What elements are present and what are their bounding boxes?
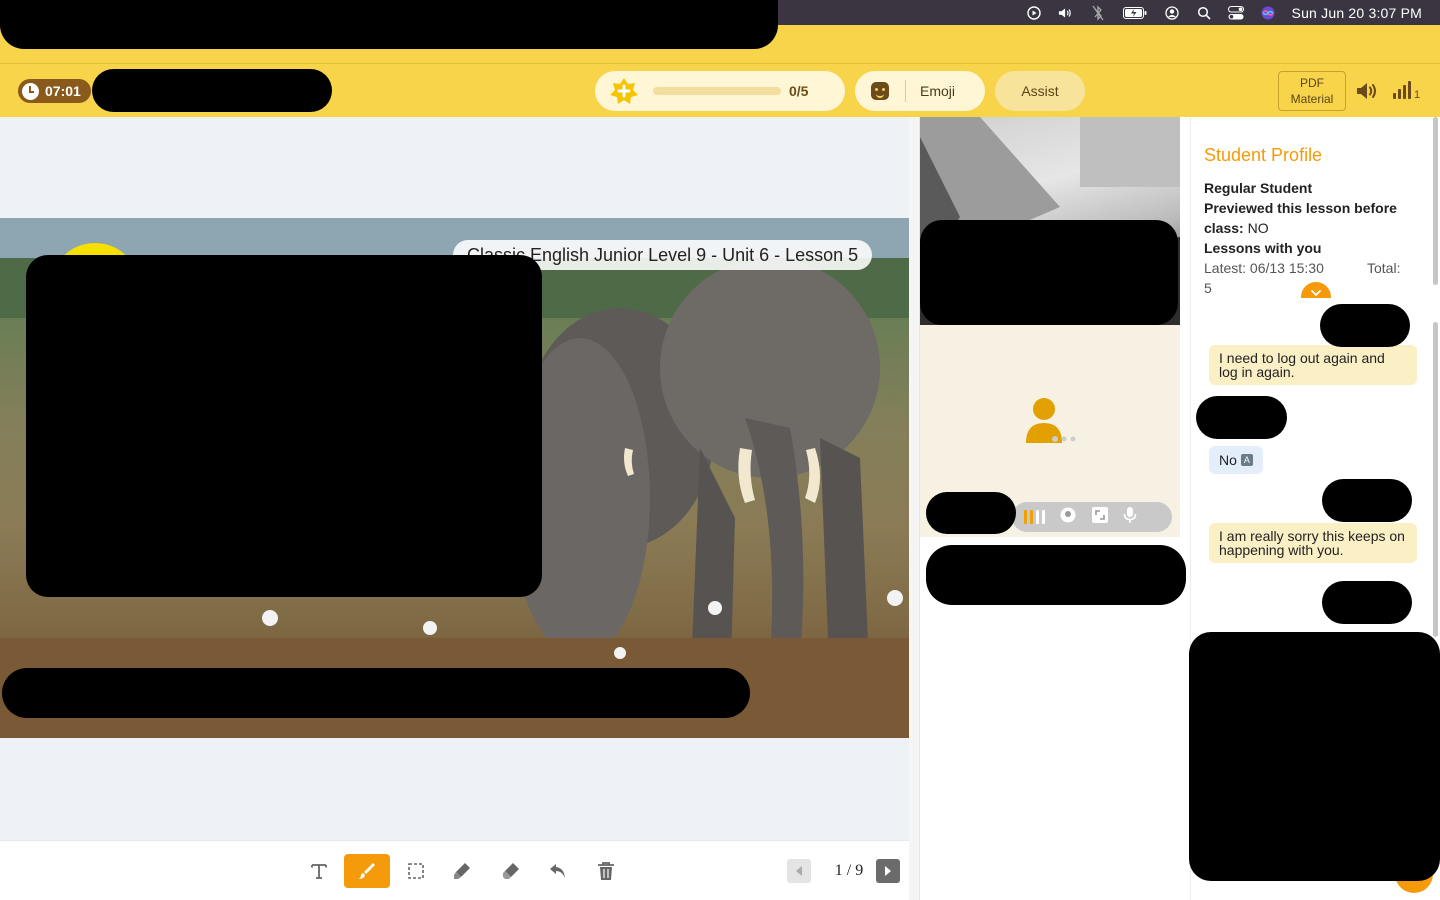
- siri-icon[interactable]: [1260, 5, 1276, 21]
- stars-progress-track: [653, 87, 781, 95]
- lesson-timer: 07:01: [18, 79, 91, 103]
- redacted-block: [26, 255, 542, 597]
- student-avatar-placeholder-icon: [1022, 395, 1076, 445]
- student-type: Regular Student: [1204, 178, 1312, 198]
- redacted-block: [926, 492, 1016, 534]
- star-reward-bar[interactable]: 0/5: [595, 71, 845, 111]
- redacted-block: [1322, 479, 1412, 522]
- pdf-label-line2: Material: [1290, 92, 1334, 106]
- star-plus-icon[interactable]: [609, 76, 639, 106]
- page-indicator: 1 / 9: [834, 862, 864, 879]
- audio-bar: [1036, 510, 1039, 524]
- previewed-value-line: class: NO: [1204, 218, 1269, 238]
- student-video-controls: [1012, 502, 1172, 532]
- scrollbar-thumb[interactable]: [1433, 322, 1438, 637]
- previewed-value: NO: [1247, 220, 1269, 236]
- previewed-label: Previewed this lesson before: [1204, 198, 1397, 218]
- signal-value: 1: [1414, 89, 1421, 101]
- control-center-icon[interactable]: [1227, 5, 1244, 21]
- search-icon[interactable]: [1196, 5, 1212, 21]
- network-signal-icon: [1393, 81, 1411, 99]
- pdf-material-button[interactable]: PDF Material: [1278, 71, 1346, 111]
- previewed-label-text: Previewed this lesson before: [1204, 200, 1397, 216]
- redacted-block: [0, 0, 778, 49]
- microphone-icon[interactable]: [1123, 506, 1137, 529]
- volume-icon[interactable]: [1058, 5, 1074, 21]
- highlighter-tool-icon[interactable]: [439, 854, 485, 888]
- emoji-face-icon: [871, 82, 889, 100]
- play-circle-icon[interactable]: [1026, 5, 1042, 21]
- pdf-label-line1: PDF: [1300, 76, 1324, 90]
- lessons-label: Lessons with you: [1204, 238, 1321, 258]
- chat-message-out: I need to log out again and log in again…: [1209, 345, 1417, 385]
- chevron-down-icon: [1310, 284, 1322, 302]
- audio-level-icon: [1024, 510, 1045, 524]
- undo-tool-icon[interactable]: [535, 854, 581, 888]
- text-tool-icon[interactable]: [296, 854, 342, 888]
- scrollbar-thumb-top[interactable]: [1433, 117, 1438, 285]
- fullscreen-icon[interactable]: [1091, 506, 1109, 529]
- battery-icon[interactable]: [1122, 5, 1148, 21]
- emoji-separator: [905, 80, 906, 102]
- audio-bar: [1024, 510, 1027, 524]
- redacted-block: [2, 668, 750, 718]
- assist-button[interactable]: Assist: [995, 71, 1085, 111]
- translate-icon[interactable]: A: [1240, 454, 1253, 466]
- bluetooth-icon[interactable]: [1090, 4, 1106, 21]
- redacted-block: [1320, 304, 1410, 347]
- signal-bar: [1408, 81, 1411, 99]
- chat-message-text: No: [1219, 452, 1237, 468]
- camera-icon[interactable]: [1059, 506, 1077, 529]
- delete-tool-icon[interactable]: [583, 854, 629, 888]
- chat-message-in: No A: [1209, 446, 1263, 474]
- signal-bar: [1403, 85, 1406, 99]
- timer-value: 07:01: [45, 83, 81, 99]
- menubar-clock[interactable]: Sun Jun 20 3:07 PM: [1292, 5, 1422, 21]
- redacted-block: [920, 220, 1178, 325]
- total-value: 5: [1204, 280, 1212, 296]
- redacted-block: [92, 69, 332, 112]
- stars-count: 0/5: [789, 83, 809, 99]
- total-label: Total:: [1367, 260, 1401, 276]
- emoji-label: Emoji: [920, 83, 956, 99]
- student-type-value: Regular Student: [1204, 180, 1313, 196]
- latest-lesson: Latest: 06/13 15:30: [1204, 260, 1324, 276]
- signal-bar: [1398, 89, 1401, 99]
- eraser-tool-icon[interactable]: [488, 854, 534, 888]
- expand-profile-button[interactable]: [1301, 282, 1331, 298]
- audio-bar: [1030, 510, 1033, 524]
- audio-bar: [1042, 510, 1045, 524]
- previous-page-button[interactable]: [787, 859, 811, 883]
- brush-tool-icon[interactable]: [344, 854, 390, 888]
- board-toolbar: 1 / 9: [0, 840, 909, 900]
- emoji-button[interactable]: Emoji: [855, 71, 985, 111]
- redacted-block: [1189, 632, 1440, 881]
- previewed-class-label: class:: [1204, 220, 1244, 236]
- chat-message-out: I am really sorry this keeps on happenin…: [1209, 523, 1417, 563]
- redacted-block: [1322, 581, 1412, 624]
- select-tool-icon[interactable]: [393, 854, 439, 888]
- panel-divider[interactable]: [909, 117, 920, 900]
- signal-bar: [1393, 93, 1396, 99]
- profile-title: Student Profile: [1204, 145, 1323, 165]
- next-page-button[interactable]: [876, 859, 900, 883]
- clock-icon: [22, 82, 39, 100]
- lessons-label-text: Lessons with you: [1204, 240, 1322, 256]
- redacted-block: [1196, 396, 1287, 439]
- user-icon[interactable]: [1164, 5, 1180, 21]
- speaker-volume-icon[interactable]: [1356, 81, 1380, 101]
- redacted-block: [926, 545, 1186, 605]
